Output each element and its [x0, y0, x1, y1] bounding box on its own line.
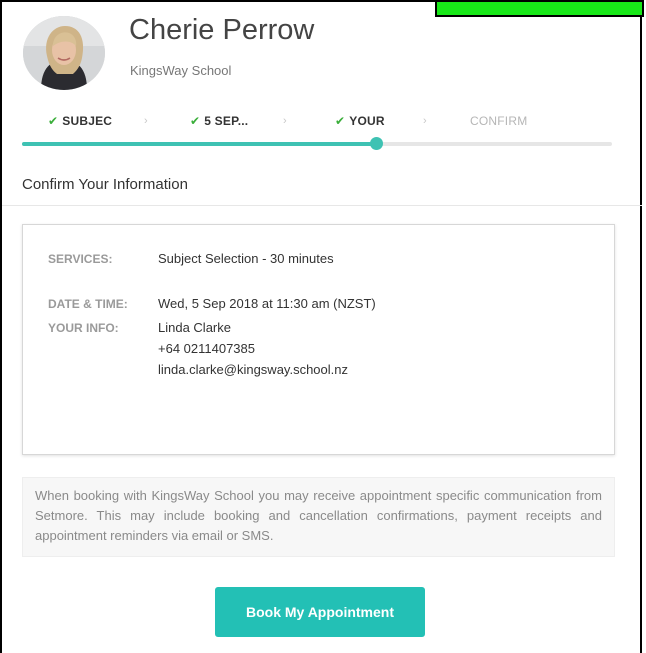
progress-track: [22, 137, 612, 150]
step-subject[interactable]: ✔ SUBJEC: [48, 114, 112, 128]
progress-fill: [22, 142, 376, 146]
avatar-photo-icon: [23, 16, 105, 90]
services-value: Subject Selection - 30 minutes: [158, 251, 334, 266]
highlight-box: [435, 0, 644, 17]
check-icon: ✔: [190, 114, 201, 128]
customer-phone: +64 0211407385: [158, 341, 255, 356]
datetime-value: Wed, 5 Sep 2018 at 11:30 am (NZST): [158, 296, 376, 311]
services-label: SERVICES:: [48, 252, 113, 266]
step-date[interactable]: ✔ 5 SEP...: [190, 114, 248, 128]
divider: [2, 205, 642, 206]
step-label: SUBJEC: [62, 114, 113, 128]
chevron-right-icon: ›: [423, 115, 427, 127]
provider-name: Cherie Perrow: [129, 14, 315, 46]
step-label: YOUR: [349, 114, 385, 128]
avatar: [23, 16, 105, 90]
book-appointment-button[interactable]: Book My Appointment: [215, 587, 425, 637]
check-icon: ✔: [335, 114, 346, 128]
datetime-label: DATE & TIME:: [48, 297, 128, 311]
communication-notice: When booking with KingsWay School you ma…: [22, 477, 615, 557]
top-border: [0, 0, 436, 2]
chevron-right-icon: ›: [283, 115, 287, 127]
step-label: CONFIRM: [470, 114, 528, 128]
customer-email: linda.clarke@kingsway.school.nz: [158, 362, 348, 377]
section-title: Confirm Your Information: [22, 176, 188, 193]
check-icon: ✔: [48, 114, 59, 128]
step-your-info[interactable]: ✔ YOUR: [335, 114, 385, 128]
school-name: KingsWay School: [130, 63, 232, 78]
progress-knob: [370, 137, 383, 150]
booking-summary-card: SERVICES: Subject Selection - 30 minutes…: [22, 224, 615, 455]
your-info-label: YOUR INFO:: [48, 321, 119, 335]
step-confirm: CONFIRM: [470, 114, 527, 128]
customer-name: Linda Clarke: [158, 320, 231, 335]
chevron-right-icon: ›: [144, 115, 148, 127]
step-label: 5 SEP...: [204, 114, 249, 128]
